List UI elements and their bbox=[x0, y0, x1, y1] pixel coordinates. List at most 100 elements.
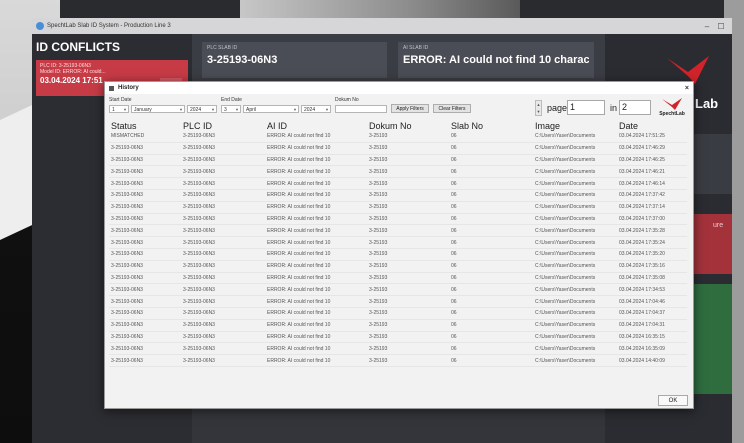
table-row[interactable]: 3-25193-06N3 3-25193-06N3 ERROR: AI could … bbox=[109, 189, 687, 202]
table-body: MISMATCHED 3-25193-06N3 ERROR: AI could no… bbox=[109, 131, 687, 367]
table-row[interactable]: 3-25193-06N3 3-25193-06N3 ERROR: AI could … bbox=[109, 307, 687, 320]
image-path-cell: C:\Users\Yaser\Documents bbox=[533, 236, 617, 249]
status-cell: 3-25193-06N3 bbox=[109, 260, 181, 273]
start-year-select[interactable]: 2024 ▼ bbox=[187, 105, 217, 113]
image-path-cell: C:\Users\Yaser\Documents bbox=[533, 331, 617, 344]
table-row[interactable]: 3-25193-06N3 3-25193-06N3 ERROR: AI could … bbox=[109, 283, 687, 297]
dokum-no-input[interactable] bbox=[335, 105, 387, 113]
close-icon[interactable]: × bbox=[685, 85, 689, 92]
column-header-dokum-no[interactable]: Dokum No bbox=[367, 120, 449, 131]
date-cell: 03.04.2024 16:35:09 bbox=[617, 342, 687, 356]
chevron-down-icon: ▼ bbox=[235, 107, 239, 112]
status-cell: 3-25193-06N3 bbox=[109, 189, 181, 202]
end-year-select[interactable]: 2024 ▼ bbox=[301, 105, 331, 113]
table-row[interactable]: 3-25193-06N3 3-25193-06N3 ERROR: AI could … bbox=[109, 154, 687, 167]
column-header-ai-id[interactable]: AI ID bbox=[265, 120, 367, 131]
date-cell: 03.04.2024 17:46:25 bbox=[617, 154, 687, 167]
dokum-no-cell: 3-25193 bbox=[367, 307, 449, 320]
spinner-down-icon[interactable]: ▼ bbox=[537, 109, 541, 114]
brand-logo: SpechtLab bbox=[655, 97, 689, 117]
minimize-button[interactable]: – bbox=[700, 22, 714, 31]
column-header-status[interactable]: Status bbox=[109, 120, 181, 131]
table-row[interactable]: 3-25193-06N3 3-25193-06N3 ERROR: AI could … bbox=[109, 260, 687, 273]
image-path-cell: C:\Users\Yaser\Documents bbox=[533, 248, 617, 261]
ai-id-cell: ERROR: AI could not find 10 bbox=[265, 319, 367, 332]
status-cell: 3-25193-06N3 bbox=[109, 177, 181, 190]
table-row[interactable]: 3-25193-06N3 3-25193-06N3 ERROR: AI could … bbox=[109, 213, 687, 226]
start-day-select[interactable]: 1 ▼ bbox=[109, 105, 129, 113]
status-cell: 3-25193-06N3 bbox=[109, 342, 181, 356]
dokum-no-cell: 3-25193 bbox=[367, 248, 449, 261]
conflicts-heading: ID CONFLICTS bbox=[36, 40, 120, 54]
ai-id-cell: ERROR: AI could not find 10 bbox=[265, 295, 367, 308]
table-row[interactable]: 3-25193-06N3 3-25193-06N3 ERROR: AI could … bbox=[109, 319, 687, 332]
plc-id-cell: 3-25193-06N3 bbox=[181, 177, 265, 190]
plc-id-cell: 3-25193-06N3 bbox=[181, 201, 265, 214]
table-header-row: Status PLC ID AI ID Dokum No Slab No Ima… bbox=[109, 120, 687, 131]
dokum-no-cell: 3-25193 bbox=[367, 213, 449, 226]
apply-filters-button[interactable]: Apply Filters bbox=[391, 104, 429, 113]
end-day-select[interactable]: 3 ▼ bbox=[221, 105, 241, 113]
table-row[interactable]: 3-25193-06N3 3-25193-06N3 ERROR: AI could … bbox=[109, 165, 687, 179]
table-row[interactable]: 3-25193-06N3 3-25193-06N3 ERROR: AI could … bbox=[109, 331, 687, 344]
ok-button[interactable]: OK bbox=[658, 395, 688, 406]
page-spinner[interactable]: ▲ ▼ bbox=[535, 100, 542, 116]
plc-id-cell: 3-25193-06N3 bbox=[181, 165, 265, 179]
image-path-cell: C:\Users\Yaser\Documents bbox=[533, 142, 617, 155]
end-month-select[interactable]: April ▼ bbox=[243, 105, 299, 113]
ai-id-card: AI SLAB ID ERROR: AI could not find 10 c… bbox=[398, 42, 594, 78]
table-row[interactable]: 3-25193-06N3 3-25193-06N3 ERROR: AI could … bbox=[109, 201, 687, 214]
start-month-select[interactable]: January ▼ bbox=[131, 105, 185, 113]
chevron-down-icon: ▼ bbox=[211, 107, 215, 112]
slab-no-cell: 06 bbox=[449, 177, 533, 190]
column-header-slab-no[interactable]: Slab No bbox=[449, 120, 533, 131]
plc-id-cell: 3-25193-06N3 bbox=[181, 272, 265, 285]
slab-no-cell: 06 bbox=[449, 213, 533, 226]
table-row[interactable]: 3-25193-06N3 3-25193-06N3 ERROR: AI could … bbox=[109, 236, 687, 249]
slab-no-cell: 06 bbox=[449, 283, 533, 297]
slab-no-cell: 06 bbox=[449, 131, 533, 143]
plc-id-cell: 3-25193-06N3 bbox=[181, 295, 265, 308]
slab-no-cell: 06 bbox=[449, 154, 533, 167]
table-row[interactable]: 3-25193-06N3 3-25193-06N3 ERROR: AI could … bbox=[109, 177, 687, 190]
dokum-no-cell: 3-25193 bbox=[367, 131, 449, 143]
table-row[interactable]: MISMATCHED 3-25193-06N3 ERROR: AI could no… bbox=[109, 131, 687, 143]
column-header-image[interactable]: Image bbox=[533, 120, 617, 131]
ai-id-value: ERROR: AI could not find 10 characters bbox=[403, 54, 589, 66]
plc-id-cell: 3-25193-06N3 bbox=[181, 319, 265, 332]
ai-id-cell: ERROR: AI could not find 10 bbox=[265, 342, 367, 356]
table-row[interactable]: 3-25193-06N3 3-25193-06N3 ERROR: AI could … bbox=[109, 295, 687, 308]
table-row[interactable]: 3-25193-06N3 3-25193-06N3 ERROR: AI could … bbox=[109, 142, 687, 155]
column-header-date[interactable]: Date bbox=[617, 120, 687, 131]
slab-no-cell: 06 bbox=[449, 354, 533, 367]
table-row[interactable]: 3-25193-06N3 3-25193-06N3 ERROR: AI could … bbox=[109, 248, 687, 261]
table-row[interactable]: 3-25193-06N3 3-25193-06N3 ERROR: AI could … bbox=[109, 272, 687, 285]
status-cell: 3-25193-06N3 bbox=[109, 295, 181, 308]
slab-no-cell: 06 bbox=[449, 260, 533, 273]
status-cell: 3-25193-06N3 bbox=[109, 224, 181, 238]
dialog-title: History bbox=[118, 85, 139, 91]
image-path-cell: C:\Users\Yaser\Documents bbox=[533, 307, 617, 320]
date-cell: 03.04.2024 17:04:37 bbox=[617, 307, 687, 320]
table-row[interactable]: 3-25193-06N3 3-25193-06N3 ERROR: AI could … bbox=[109, 224, 687, 238]
page-number-input[interactable]: 1 bbox=[567, 100, 605, 115]
column-header-plc-id[interactable]: PLC ID bbox=[181, 120, 265, 131]
table-row[interactable]: 3-25193-06N3 3-25193-06N3 ERROR: AI could … bbox=[109, 354, 687, 367]
image-path-cell: C:\Users\Yaser\Documents bbox=[533, 295, 617, 308]
clear-filters-button[interactable]: Clear Filters bbox=[433, 104, 471, 113]
spinner-up-icon[interactable]: ▲ bbox=[537, 102, 541, 107]
plc-id-cell: 3-25193-06N3 bbox=[181, 142, 265, 155]
right-status-text: ure bbox=[713, 222, 724, 229]
date-cell: 03.04.2024 17:51:25 bbox=[617, 131, 687, 143]
slab-no-cell: 06 bbox=[449, 272, 533, 285]
slab-no-cell: 06 bbox=[449, 331, 533, 344]
date-cell: 03.04.2024 17:04:46 bbox=[617, 295, 687, 308]
slab-no-cell: 06 bbox=[449, 248, 533, 261]
ai-id-cell: ERROR: AI could not find 10 bbox=[265, 213, 367, 226]
dokum-no-cell: 3-25193 bbox=[367, 319, 449, 332]
slab-no-cell: 06 bbox=[449, 307, 533, 320]
plc-id-cell: 3-25193-06N3 bbox=[181, 189, 265, 202]
maximize-button[interactable]: ☐ bbox=[714, 22, 728, 31]
table-row[interactable]: 3-25193-06N3 3-25193-06N3 ERROR: AI could … bbox=[109, 342, 687, 356]
date-cell: 03.04.2024 17:35:08 bbox=[617, 272, 687, 285]
